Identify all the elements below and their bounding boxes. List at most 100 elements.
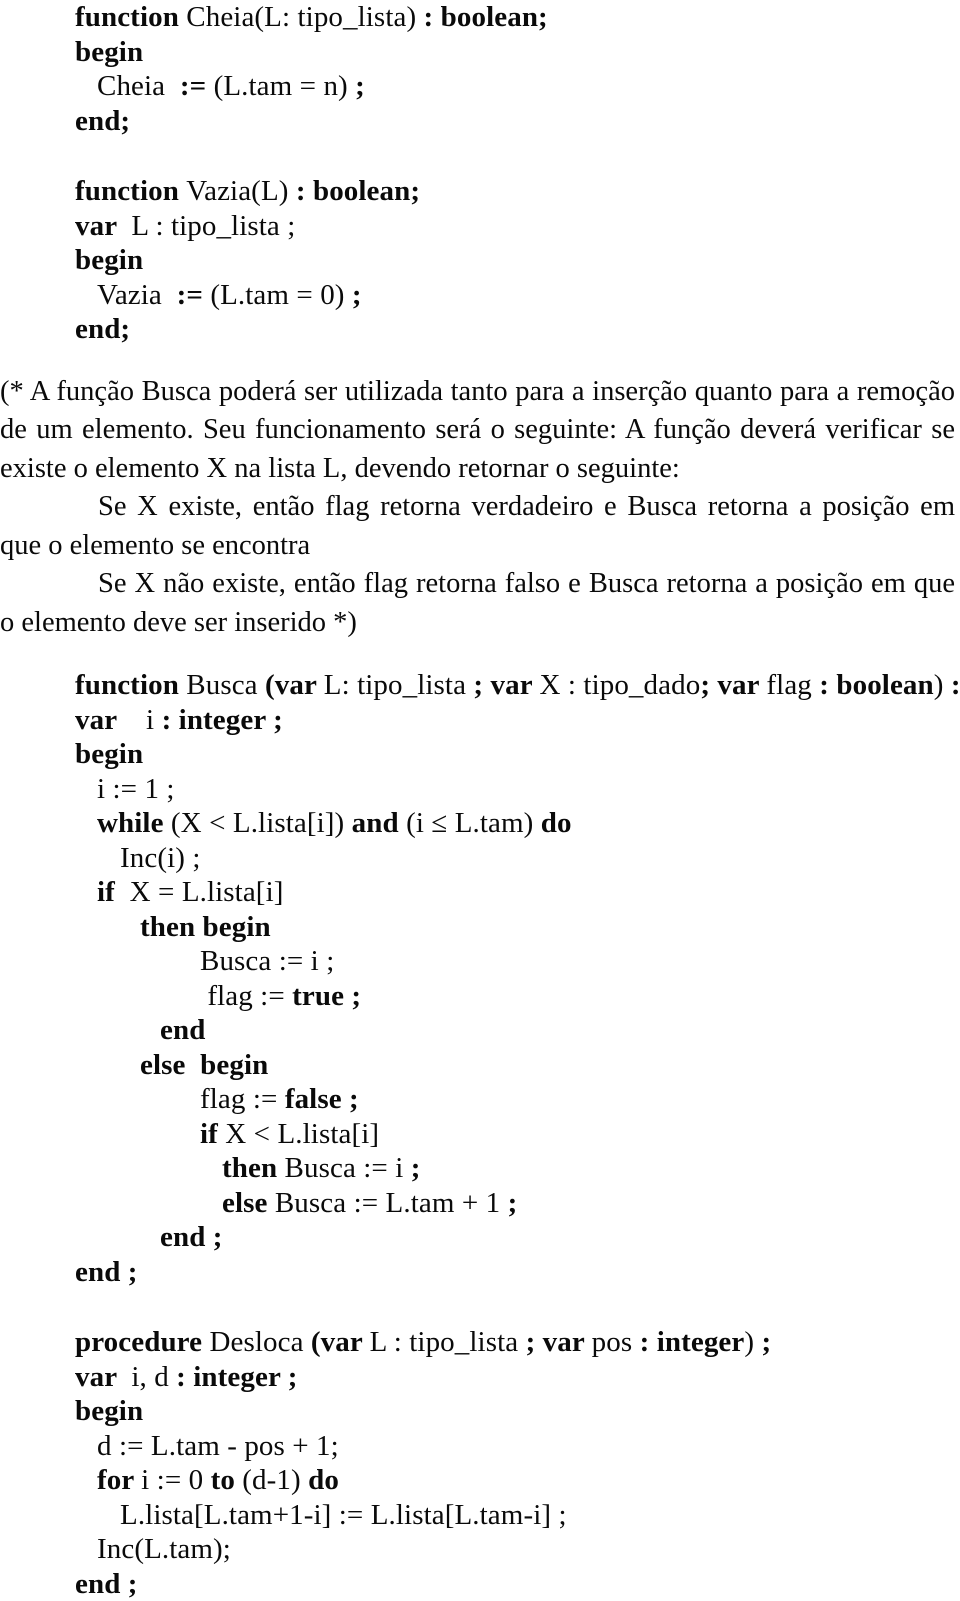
code-text: Cheia <box>97 70 180 102</box>
code-keyword: : boolean; <box>416 1 548 33</box>
code-keyword: begin <box>75 1395 143 1427</box>
code-keyword: begin <box>75 738 143 770</box>
code-keyword: end ; <box>75 1256 138 1288</box>
code-text: Busca := i ; <box>200 945 334 977</box>
code-line: then begin <box>0 910 960 945</box>
code-keyword: function <box>75 175 186 207</box>
document-page: function Cheia(L: tipo_lista) : boolean;… <box>0 0 960 1378</box>
prose-busca-comment: (* A função Busca poderá ser utilizada t… <box>0 373 955 643</box>
code-text: Inc(i) ; <box>120 842 201 874</box>
code-keyword: ; <box>355 70 365 102</box>
code-block-desloca: procedure Desloca (var L : tipo_lista ; … <box>0 1325 960 1601</box>
code-line: procedure Desloca (var L : tipo_lista ; … <box>0 1325 960 1360</box>
code-line: var i : integer ; <box>0 703 960 738</box>
code-keyword: end ; <box>75 1568 138 1600</box>
code-keyword: var <box>75 704 124 736</box>
code-text: d := L.tam - pos + 1; <box>97 1430 339 1462</box>
code-text: X = L.lista[i] <box>122 876 283 908</box>
block-gap <box>0 1289 960 1325</box>
code-keyword: end; <box>75 105 130 137</box>
code-text: (d-1) <box>242 1464 308 1496</box>
code-text: (L.tam = 0) <box>203 279 352 311</box>
code-line: else begin <box>0 1048 960 1083</box>
code-keyword: for <box>97 1464 141 1496</box>
code-line: end ; <box>0 1567 960 1601</box>
code-line: flag := false ; <box>0 1082 960 1117</box>
code-line: end; <box>0 312 960 347</box>
block-gap <box>0 642 960 668</box>
prose-paragraph: (* A função Busca poderá ser utilizada t… <box>0 373 955 489</box>
code-text: i := 1 ; <box>97 773 175 805</box>
code-line: Vazia := (L.tam = 0) ; <box>0 278 960 313</box>
code-text: flag := <box>200 1083 285 1115</box>
code-keyword: procedure <box>75 1326 209 1358</box>
code-line: Cheia := (L.tam = n) ; <box>0 69 960 104</box>
code-text: X < L.lista[i] <box>225 1118 379 1150</box>
code-text: Cheia(L: tipo_lista) <box>186 1 416 33</box>
block-gap <box>0 347 960 373</box>
code-line: Busca := i ; <box>0 944 960 979</box>
code-text: ) <box>744 1326 754 1358</box>
code-keyword: : integer ; <box>176 1361 297 1393</box>
code-text: ) <box>934 669 944 701</box>
code-line: begin <box>0 737 960 772</box>
code-text: (i ≤ L.tam) <box>406 807 541 839</box>
code-line: i := 1 ; <box>0 772 960 807</box>
code-text: L.lista[L.tam+1-i] := L.lista[L.tam-i] ; <box>120 1499 567 1531</box>
code-text: i, d <box>124 1361 176 1393</box>
code-keyword: then begin <box>140 911 271 943</box>
code-keyword: (var <box>311 1326 370 1358</box>
code-line: Inc(L.tam); <box>0 1532 960 1567</box>
code-line: end <box>0 1013 960 1048</box>
code-keyword: false ; <box>285 1083 359 1115</box>
code-line: end ; <box>0 1220 960 1255</box>
code-line: flag := true ; <box>0 979 960 1014</box>
code-line: else Busca := L.tam + 1 ; <box>0 1186 960 1221</box>
code-block-vazia: function Vazia(L) : boolean;var L : tipo… <box>0 174 960 347</box>
code-block-busca: function Busca (var L: tipo_lista ; var … <box>0 668 960 1289</box>
code-line: L.lista[L.tam+1-i] := L.lista[L.tam-i] ; <box>0 1498 960 1533</box>
block-gap <box>0 138 960 174</box>
code-keyword: : integer <box>640 1326 745 1358</box>
code-text: flag := <box>200 980 292 1012</box>
code-keyword: and <box>352 807 406 839</box>
code-line: begin <box>0 1394 960 1429</box>
prose-paragraph: Se X existe, então flag retorna verdadei… <box>0 488 955 565</box>
code-keyword: function <box>75 1 186 33</box>
code-line: Inc(i) ; <box>0 841 960 876</box>
code-text: L: tipo_lista <box>324 669 474 701</box>
code-line: function Cheia(L: tipo_lista) : boolean; <box>0 0 960 35</box>
code-keyword: begin <box>75 36 143 68</box>
code-text: L : tipo_lista <box>370 1326 526 1358</box>
code-text: i <box>124 704 162 736</box>
code-text: Desloca <box>209 1326 310 1358</box>
code-line: var i, d : integer ; <box>0 1360 960 1395</box>
code-text: i := 0 <box>141 1464 210 1496</box>
code-line: d := L.tam - pos + 1; <box>0 1429 960 1464</box>
code-keyword: var <box>75 210 124 242</box>
code-keyword: : boolean <box>819 669 934 701</box>
code-keyword: : <box>944 669 960 701</box>
code-text: (X < L.lista[i]) <box>171 807 352 839</box>
code-text: X : tipo_dado <box>540 669 701 701</box>
code-line: function Busca (var L: tipo_lista ; var … <box>0 668 960 703</box>
code-keyword: true ; <box>292 980 361 1012</box>
code-text: (L.tam = n) <box>206 70 355 102</box>
code-keyword: : integer ; <box>162 704 283 736</box>
code-keyword: ; <box>508 1187 518 1219</box>
code-keyword: ; <box>352 279 362 311</box>
code-keyword: ; var <box>700 669 766 701</box>
code-keyword: (var <box>265 669 324 701</box>
prose-paragraph: Se X não existe, então flag retorna fals… <box>0 565 955 642</box>
code-line: function Vazia(L) : boolean; <box>0 174 960 209</box>
code-text: Busca := L.tam + 1 <box>275 1187 508 1219</box>
code-line: var L : tipo_lista ; <box>0 209 960 244</box>
code-keyword: ; var <box>526 1326 592 1358</box>
code-text: Inc(L.tam); <box>97 1533 231 1565</box>
code-keyword: if <box>200 1118 225 1150</box>
code-keyword: := <box>180 70 206 102</box>
code-keyword: ; <box>411 1152 421 1184</box>
code-text: L : tipo_lista ; <box>124 210 295 242</box>
code-text: Busca <box>186 669 265 701</box>
code-line: while (X < L.lista[i]) and (i ≤ L.tam) d… <box>0 806 960 841</box>
